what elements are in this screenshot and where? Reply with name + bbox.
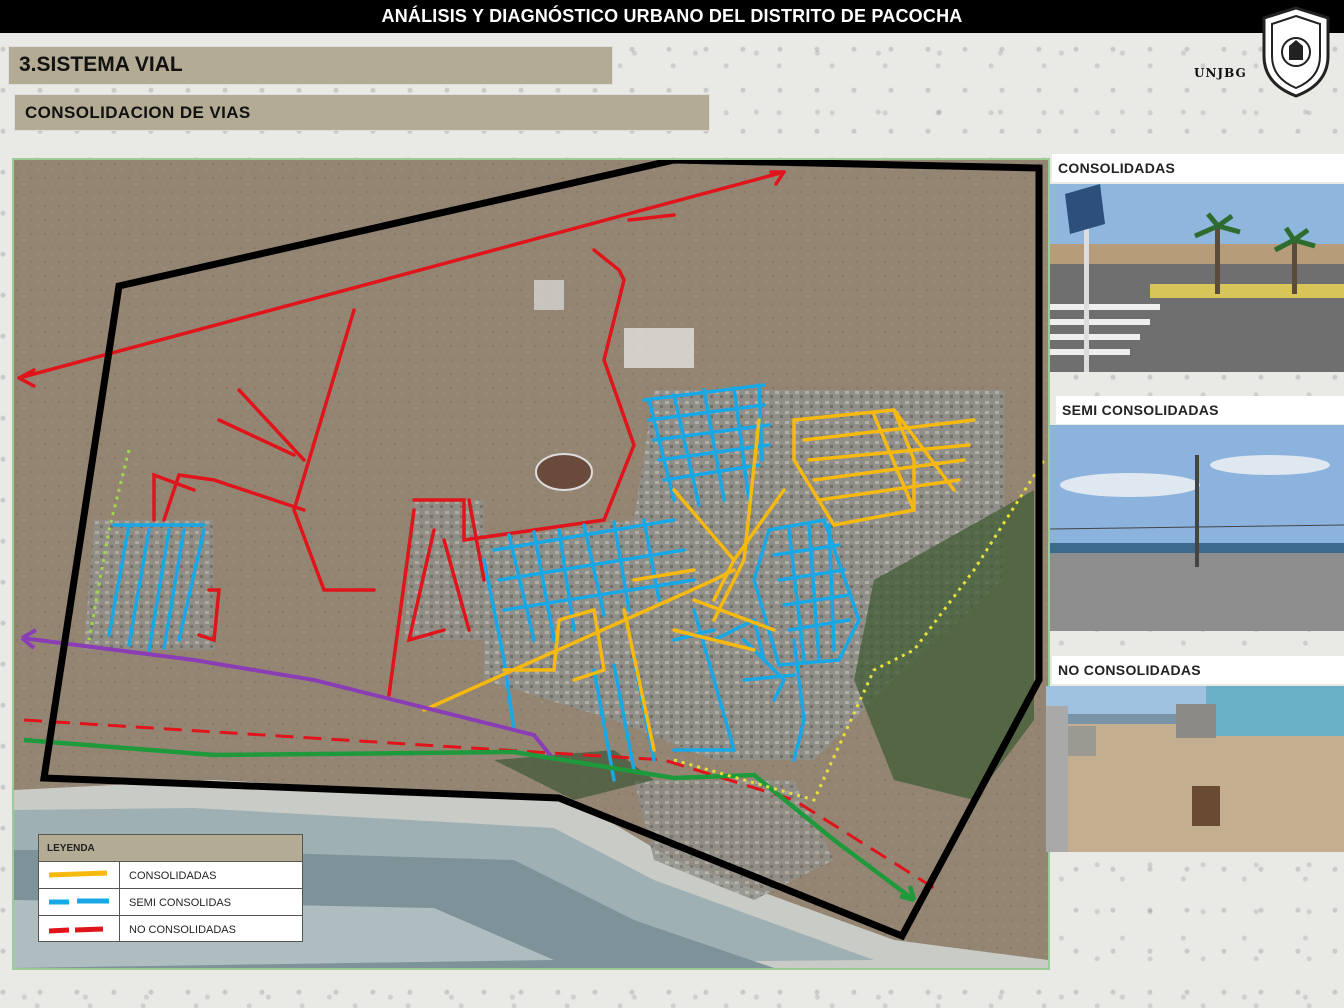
photo-consolidadas	[1050, 184, 1344, 372]
legend-title: LEYENDA	[47, 843, 95, 854]
legend-swatch-no	[39, 916, 120, 942]
subsection-title: CONSOLIDACION DE VIAS	[25, 103, 251, 122]
photo-label-semi: SEMI CONSOLIDADAS	[1056, 396, 1344, 424]
page-title: ANÁLISIS Y DIAGNÓSTICO URBANO DEL DISTRI…	[381, 6, 963, 26]
photo-label-no: NO CONSOLIDADAS	[1052, 656, 1344, 684]
legend-row-semi: SEMI CONSOLIDAS	[39, 889, 302, 916]
legend-label: SEMI CONSOLIDAS	[129, 897, 232, 909]
photo-label-consolidadas: CONSOLIDADAS	[1052, 154, 1344, 182]
photo-semi-consolidadas	[1050, 425, 1344, 631]
legend-label: NO CONSOLIDADAS	[129, 924, 236, 936]
section-title: 3.SISTEMA VIAL	[19, 53, 183, 76]
section-title-box: 3.SISTEMA VIAL	[8, 46, 613, 85]
legend-swatch-consolidadas	[39, 862, 120, 888]
photo-no-consolidadas	[1046, 686, 1344, 852]
legend-row-consolidadas: CONSOLIDADAS	[39, 862, 302, 889]
header-bar: ANÁLISIS Y DIAGNÓSTICO URBANO DEL DISTRI…	[0, 0, 1344, 33]
legend-label: CONSOLIDADAS	[129, 870, 217, 882]
legend-header: LEYENDA	[39, 835, 302, 862]
university-seal-icon	[1262, 6, 1330, 98]
stadium	[535, 453, 593, 491]
legend-row-no: NO CONSOLIDADAS	[39, 916, 302, 942]
logo-text: UNJBG	[1194, 66, 1247, 80]
legend-swatch-semi	[39, 889, 120, 915]
map-legend: LEYENDA CONSOLIDADAS SEMI CONSOLIDAS NO …	[38, 834, 303, 942]
subsection-title-box: CONSOLIDACION DE VIAS	[14, 94, 710, 131]
